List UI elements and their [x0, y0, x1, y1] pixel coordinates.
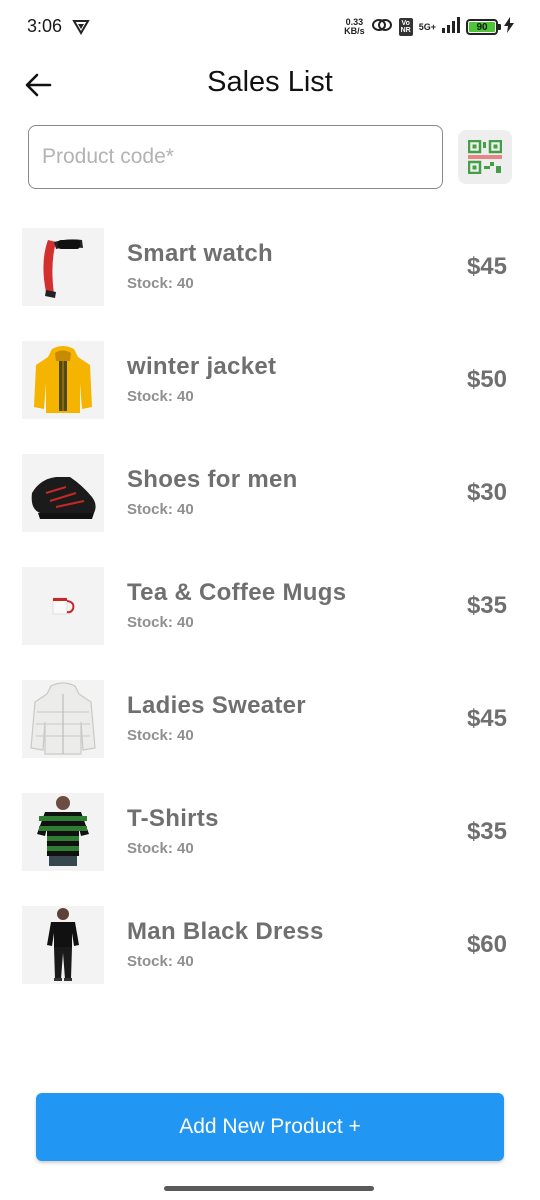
product-name: Smart watch [127, 240, 274, 267]
product-name: Ladies Sweater [127, 692, 306, 719]
product-price: $45 [466, 705, 507, 732]
link-icon [371, 17, 393, 38]
product-stock: Stock: 40 [127, 727, 194, 744]
home-indicator[interactable] [164, 1186, 374, 1191]
battery-icon: 90 [466, 19, 501, 35]
status-time: 3:06 [27, 16, 63, 36]
signal-icon [442, 16, 460, 38]
product-price: $35 [466, 818, 507, 845]
net-speed-unit: KB/s [344, 26, 365, 36]
product-price: $50 [466, 366, 507, 393]
product-row[interactable]: Shoes for men Stock: 40 $30 [0, 454, 540, 532]
product-name: Man Black Dress [127, 918, 324, 945]
white-puffer-image [22, 680, 104, 758]
product-price: $60 [466, 931, 507, 958]
product-row[interactable]: winter jacket Stock: 40 $50 [0, 341, 540, 419]
charging-icon [504, 16, 514, 38]
product-name: winter jacket [127, 353, 277, 380]
product-row[interactable]: Smart watch Stock: 40 $45 [0, 228, 540, 306]
status-bar: 3:06 0.33 KB/s Vo NR 5G+ 90 [0, 0, 540, 54]
page-title: Sales List [207, 66, 333, 98]
product-row[interactable]: T-Shirts Stock: 40 $35 [0, 793, 540, 871]
product-stock: Stock: 40 [127, 501, 194, 518]
product-price: $30 [466, 479, 507, 506]
qr-code-icon [468, 140, 502, 174]
product-stock: Stock: 40 [127, 275, 194, 292]
product-price: $45 [466, 253, 507, 280]
product-name: T-Shirts [127, 805, 219, 832]
black-outfit-image [22, 906, 104, 984]
battery-level: 90 [469, 22, 495, 33]
status-icons: 0.33 KB/s Vo NR 5G+ 90 [344, 14, 514, 40]
product-name: Shoes for men [127, 466, 298, 493]
product-stock: Stock: 40 [127, 953, 194, 970]
product-row[interactable]: Tea & Coffee Mugs Stock: 40 $35 [0, 567, 540, 645]
volte-bottom: NR [400, 27, 411, 34]
product-name: Tea & Coffee Mugs [127, 579, 347, 606]
volte-badge: Vo NR [398, 18, 413, 36]
black-shoe-image [22, 454, 104, 532]
product-row[interactable]: Man Black Dress Stock: 40 $60 [0, 906, 540, 984]
product-row[interactable]: Ladies Sweater Stock: 40 $45 [0, 680, 540, 758]
network-type: 5G+ [418, 21, 436, 32]
add-new-product-button[interactable]: Add New Product + [36, 1093, 504, 1161]
smart-watch-image [22, 228, 104, 306]
product-stock: Stock: 40 [127, 388, 194, 405]
product-code-input[interactable] [28, 125, 443, 189]
scan-qr-button[interactable] [458, 130, 512, 184]
striped-tshirt-image [22, 793, 104, 871]
product-stock: Stock: 40 [127, 840, 194, 857]
volte-top: Vo [401, 20, 410, 27]
shield-icon [72, 18, 90, 36]
yellow-jacket-image [22, 341, 104, 419]
product-price: $35 [466, 592, 507, 619]
product-stock: Stock: 40 [127, 614, 194, 631]
net-speed: 0.33 KB/s [344, 18, 365, 36]
mug-image [22, 567, 104, 645]
